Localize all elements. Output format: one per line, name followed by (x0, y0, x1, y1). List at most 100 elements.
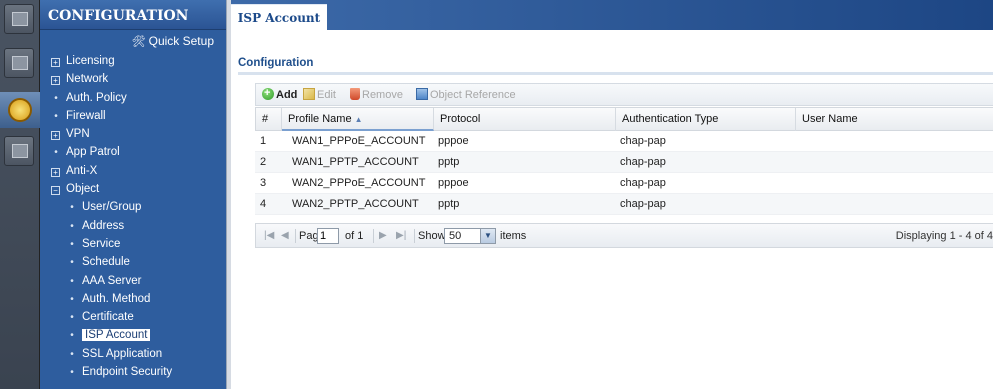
edit-button[interactable]: Edit (303, 87, 336, 103)
sidebar-item-label: SSL Application (82, 347, 163, 360)
sidebar-item-aaa-server[interactable]: • AAA Server (40, 272, 226, 290)
sidebar-item-firewall[interactable]: • Firewall (40, 107, 226, 125)
object-reference-icon (416, 88, 428, 100)
bullet-icon: • (70, 238, 74, 250)
last-page-icon[interactable]: ▶| (396, 228, 406, 244)
column-header-label: Profile Name (288, 113, 352, 125)
tools-icon: 🛠 (131, 36, 146, 48)
table-cell: pptp (438, 198, 460, 210)
expand-icon: + (51, 76, 60, 86)
sidebar-item-anti-x[interactable]: + Anti-X (40, 162, 226, 180)
remove-button[interactable]: Remove (350, 87, 403, 103)
sidebar-item-label: User/Group (82, 201, 142, 214)
pager-divider (414, 229, 415, 243)
table-cell: WAN1_PPTP_ACCOUNT (292, 156, 419, 168)
sidebar-item-label: Firewall (66, 109, 106, 122)
dashboard-icon[interactable] (4, 4, 34, 34)
sidebar-item-label: Object (66, 183, 100, 196)
sidebar-item-isp-account[interactable]: • ISP Account (40, 326, 226, 344)
sort-ascending-icon: ▲ (354, 115, 363, 124)
trash-icon (350, 88, 360, 100)
table-row[interactable]: 3 WAN2_PPPoE_ACCOUNT pppoe chap-pap (255, 173, 993, 194)
quick-setup-link[interactable]: 🛠 Quick Setup (40, 30, 226, 52)
sidebar-item-label: Certificate (82, 311, 134, 324)
table-cell: WAN2_PPPoE_ACCOUNT (292, 177, 426, 189)
show-label: Show (418, 230, 446, 242)
expand-icon: + (51, 167, 60, 177)
sidebar-item-label: Network (66, 73, 109, 86)
first-page-icon[interactable]: |◀ (264, 228, 274, 244)
maintenance-icon[interactable] (4, 136, 34, 166)
column-header-label: Authentication Type (622, 113, 719, 125)
column-header-user-name[interactable]: User Name (796, 108, 993, 131)
page-size-select[interactable]: 50 ▼ (444, 228, 496, 244)
table-cell: WAN2_PPTP_ACCOUNT (292, 198, 419, 210)
column-header-profile-name[interactable]: Profile Name ▲ (282, 108, 434, 131)
sidebar-item-label: AAA Server (82, 274, 142, 287)
sidebar-item-label: Anti-X (66, 164, 98, 177)
app-rail (0, 0, 40, 389)
bullet-icon: • (70, 220, 74, 232)
sidebar-item-label: Licensing (66, 55, 115, 67)
table-cell: 3 (260, 177, 267, 189)
sidebar-item-address[interactable]: • Address (40, 217, 226, 235)
sidebar-item-vpn[interactable]: + VPN (40, 125, 226, 143)
column-header-authentication-type[interactable]: Authentication Type (616, 108, 796, 131)
table-cell: WAN1_PPPoE_ACCOUNT (292, 135, 426, 147)
sidebar-item-network[interactable]: + Network (40, 70, 226, 88)
table-body: 1 WAN1_PPPoE_ACCOUNTpppoe chap-pap 2 WAN1_PP… (255, 131, 993, 215)
grid-toolbar: Add Edit Remove Object Reference (255, 83, 993, 106)
nav-list: + Licensing + Network • Auth. Policy • Firewall… (40, 52, 226, 381)
sidebar-item-certificate[interactable]: • Certificate (40, 308, 226, 326)
sidebar-item-label: Auth. Policy (66, 91, 127, 104)
column-header-protocol[interactable]: Protocol (434, 108, 616, 131)
table-cell: pptp (438, 156, 460, 168)
table-cell (795, 152, 993, 173)
pager-divider (295, 229, 296, 243)
expand-icon: + (51, 58, 60, 67)
sidebar-item-licensing[interactable]: + Licensing (40, 52, 226, 70)
bullet-icon: • (70, 257, 74, 269)
sidebar-item-endpoint-security[interactable]: • Endpoint Security (40, 363, 226, 381)
tab-isp-account[interactable]: ISP Account (231, 4, 327, 30)
object-reference-button[interactable]: Object Reference (416, 87, 516, 103)
page-count: of 1 (345, 230, 364, 242)
column-header-label: # (262, 113, 269, 125)
table-cell: 2 (260, 156, 267, 168)
table-row[interactable]: 2 WAN1_PPTP_ACCOUNT pptp chap-pap (255, 152, 993, 173)
sidebar-item-ssl-application[interactable]: • SSL Application (40, 345, 226, 363)
column-header-[interactable]: # (256, 108, 282, 131)
bullet-icon: • (54, 147, 58, 159)
table-cell: 1 (260, 135, 267, 147)
sidebar-item-label: Service (82, 237, 121, 250)
monitor-icon[interactable] (4, 48, 34, 78)
sidebar-item-object[interactable]: − Object (40, 180, 226, 198)
page-number-input[interactable] (317, 228, 339, 244)
next-page-icon[interactable]: ▶ (379, 228, 387, 244)
sidebar-item-app-patrol[interactable]: • App Patrol (40, 143, 226, 161)
add-icon (262, 85, 274, 101)
page-status: Displaying 1 - 4 of 4 (895, 230, 993, 242)
section-title: Configuration (238, 57, 314, 69)
sidebar-item-user-group[interactable]: • User/Group (40, 198, 226, 216)
table-cell: pppoe (438, 177, 469, 189)
sidebar-item-label: Address (82, 219, 125, 232)
sidebar-item-schedule[interactable]: • Schedule (40, 253, 226, 271)
bullet-icon: • (54, 110, 58, 122)
prev-page-icon[interactable]: ◀ (281, 228, 289, 244)
add-button[interactable]: Add (262, 85, 297, 103)
bullet-icon: • (54, 92, 58, 104)
table-cell: chap-pap (620, 177, 666, 189)
sidebar-item-auth-method[interactable]: • Auth. Method (40, 290, 226, 308)
page-size-value: 50 (449, 230, 462, 242)
table-row[interactable]: 1 WAN1_PPPoE_ACCOUNT pppoe chap-pap (255, 131, 993, 152)
bullet-icon: • (70, 312, 74, 324)
sidebar-item-service[interactable]: • Service (40, 235, 226, 253)
table-cell (795, 173, 993, 194)
table-header: # Profile Name ▲ Protocol Authentication Typ… (255, 107, 993, 131)
nav-title: CONFIGURATION (40, 0, 226, 30)
configuration-gear-icon[interactable] (0, 92, 40, 128)
sidebar-item-auth-policy[interactable]: • Auth. Policy (40, 89, 226, 107)
table-row[interactable]: 4 WAN2_PPTP_ACCOUNT pptp chap-pap (255, 194, 993, 215)
bullet-icon: • (70, 330, 74, 342)
